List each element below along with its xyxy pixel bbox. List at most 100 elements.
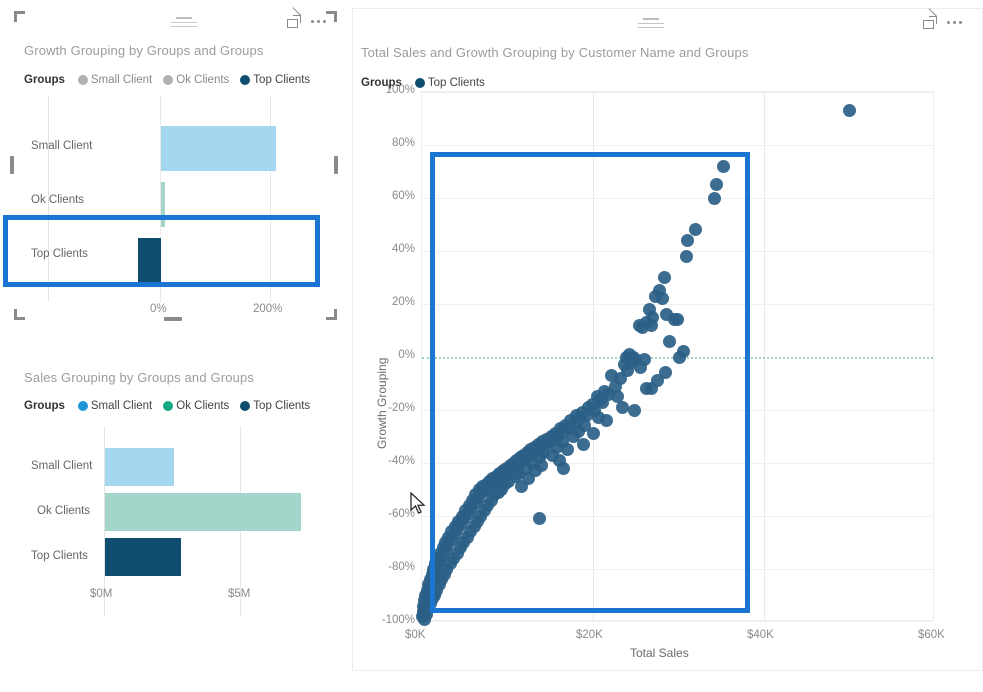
bar-top-clients[interactable] — [138, 238, 161, 283]
scatter-point[interactable] — [710, 178, 724, 192]
more-options-icon[interactable] — [947, 16, 962, 29]
sales-visual-title: Sales Grouping by Groups and Groups — [24, 370, 254, 385]
mouse-pointer — [410, 491, 428, 516]
scatter-point[interactable] — [600, 414, 614, 428]
scatter-point[interactable] — [556, 461, 570, 475]
bar-top-clients[interactable] — [105, 538, 181, 576]
scatter-visual-title: Total Sales and Growth Grouping by Custo… — [361, 45, 749, 60]
scatter-point[interactable] — [707, 191, 721, 205]
scatter-point[interactable] — [627, 403, 641, 417]
x-tick-label: $40K — [747, 629, 774, 641]
y-tick-label: -80% — [388, 561, 415, 573]
resize-handle-bottom-center[interactable] — [164, 317, 182, 321]
category-label-ok-clients: Ok Clients — [37, 505, 91, 517]
legend-dot-top-clients — [240, 75, 251, 85]
category-label-top-clients: Top Clients — [31, 550, 88, 562]
legend-dot-small-client — [77, 75, 88, 85]
sales-grouping-visual[interactable]: Sales Grouping by Groups and Groups Grou… — [11, 356, 344, 624]
legend-label-small-client: Small Client — [90, 400, 153, 412]
bar-ok-clients[interactable] — [105, 493, 301, 531]
legend-dot-top-clients — [414, 78, 425, 88]
sales-visual-legend: Groups Small Client Ok Clients Top Clien… — [24, 400, 310, 412]
scatter-point[interactable] — [615, 400, 629, 414]
scatter-point[interactable] — [658, 271, 672, 284]
scatter-point[interactable] — [717, 159, 731, 173]
growth-visual-title: Growth Grouping by Groups and Groups — [24, 43, 264, 58]
scatter-point[interactable] — [633, 361, 647, 375]
scatter-point[interactable] — [514, 480, 528, 494]
scatter-point[interactable] — [679, 249, 693, 263]
y-tick-label: 40% — [391, 243, 415, 255]
scatter-point[interactable] — [577, 437, 591, 451]
legend-dot-small-client — [77, 401, 88, 411]
xtick-5m: $5M — [228, 588, 251, 600]
scatter-point[interactable] — [672, 350, 686, 364]
y-axis-title: Growth Grouping — [375, 357, 389, 449]
scatter-point[interactable] — [636, 321, 650, 335]
scatter-point[interactable] — [533, 512, 547, 526]
resize-handle-right-center[interactable] — [334, 156, 338, 174]
legend-label-top-clients: Top Clients — [253, 74, 311, 86]
y-tick-label: -60% — [388, 508, 415, 520]
x-tick-label: $20K — [576, 629, 603, 641]
bar-ok-clients[interactable] — [161, 182, 165, 227]
y-tick-label: -40% — [388, 455, 415, 467]
resize-handle-top-right[interactable] — [326, 11, 337, 22]
scatter-point[interactable] — [671, 313, 685, 327]
category-label-small-client: Small Client — [31, 460, 93, 472]
bar-small-client[interactable] — [161, 126, 276, 171]
growth-grouping-visual[interactable]: Growth Grouping by Groups and Groups Gro… — [11, 7, 344, 320]
focus-mode-icon[interactable] — [923, 8, 937, 29]
y-tick-label: -100% — [381, 614, 415, 626]
resize-handle-bottom-left[interactable] — [14, 309, 25, 320]
scatter-point[interactable] — [680, 233, 694, 247]
resize-handle-left-center[interactable] — [10, 156, 14, 174]
scatter-point[interactable] — [644, 382, 658, 396]
category-label-ok-clients: Ok Clients — [31, 194, 85, 206]
legend-label-ok-clients: Ok Clients — [176, 400, 230, 412]
legend-item-small-client[interactable]: Small Client — [77, 74, 153, 86]
legend-dot-top-clients — [240, 401, 251, 411]
legend-dot-ok-clients — [163, 75, 174, 85]
scatter-point[interactable] — [586, 427, 600, 441]
xtick-0pct: 0% — [150, 303, 167, 315]
x-tick-label: $60K — [918, 629, 945, 641]
scatter-point[interactable] — [655, 292, 669, 306]
scatter-visual[interactable]: Total Sales and Growth Grouping by Custo… — [352, 8, 983, 671]
category-label-top-clients: Top Clients — [31, 248, 88, 260]
category-label-small-client: Small Client — [31, 140, 93, 152]
scatter-point[interactable] — [418, 612, 432, 626]
scatter-points-layer — [416, 92, 933, 626]
growth-visual-header — [11, 7, 344, 34]
drag-handle-icon[interactable] — [171, 17, 197, 29]
sales-plot-area: Small Client Ok Clients Top Clients $0M … — [13, 426, 338, 616]
resize-handle-top-left[interactable] — [14, 11, 25, 22]
legend-item-top-clients[interactable]: Top Clients — [240, 74, 310, 86]
xtick-200pct: 200% — [253, 303, 283, 315]
legend-item-small-client[interactable]: Small Client — [77, 400, 153, 412]
growth-visual-legend: Groups Small Client Ok Clients Top Clien… — [24, 74, 310, 86]
legend-item-ok-clients[interactable]: Ok Clients — [163, 74, 229, 86]
scatter-point[interactable] — [843, 104, 856, 118]
legend-item-top-clients[interactable]: Top Clients — [414, 77, 485, 89]
legend-label-top-clients: Top Clients — [253, 400, 311, 412]
y-tick-label: 60% — [391, 190, 415, 202]
scatter-plot-area[interactable] — [416, 91, 934, 626]
bar-small-client[interactable] — [105, 448, 174, 486]
focus-mode-icon[interactable] — [287, 7, 301, 28]
resize-handle-bottom-right[interactable] — [326, 309, 337, 320]
drag-handle-icon[interactable] — [638, 18, 664, 30]
legend-title: Groups — [24, 400, 65, 412]
legend-label-small-client: Small Client — [90, 74, 153, 86]
scatter-point[interactable] — [662, 334, 676, 348]
xtick-0m: $0M — [90, 588, 113, 600]
y-tick-label: 80% — [391, 137, 415, 149]
legend-item-ok-clients[interactable]: Ok Clients — [163, 400, 229, 412]
legend-title: Groups — [24, 74, 65, 86]
scatter-visual-header — [353, 8, 982, 35]
y-tick-label: 100% — [385, 84, 415, 96]
more-options-icon[interactable] — [311, 15, 326, 28]
powerbi-report-canvas: Growth Grouping by Groups and Groups Gro… — [0, 0, 983, 692]
y-tick-label: 20% — [391, 296, 415, 308]
legend-item-top-clients[interactable]: Top Clients — [240, 400, 310, 412]
